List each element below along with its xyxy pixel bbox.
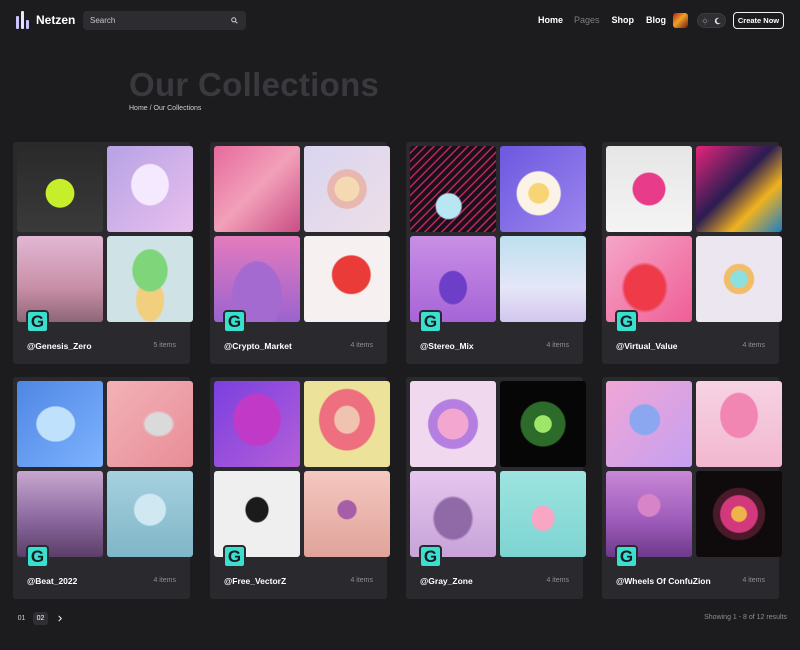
creator-badge-icon: G (419, 310, 442, 333)
collection-card[interactable]: G @Free_VectorZ 4 items (210, 377, 390, 599)
page-button-02[interactable]: 02 (33, 612, 48, 625)
collection-thumbnail[interactable] (500, 471, 586, 557)
pagination: 01 02 (14, 612, 67, 625)
collection-thumbnail[interactable] (304, 146, 390, 232)
collection-thumbnail[interactable] (304, 236, 390, 322)
moon-icon (714, 12, 722, 30)
collection-thumbnail[interactable] (606, 381, 692, 467)
main-nav: Home Pages Shop Blog (538, 15, 666, 25)
collection-thumbnail[interactable] (107, 236, 193, 322)
creator-badge-icon: G (223, 545, 246, 568)
collection-card[interactable]: G @Crypto_Market 4 items (210, 142, 390, 364)
collection-thumbnail[interactable] (696, 236, 782, 322)
collection-thumbnail[interactable] (410, 146, 496, 232)
logo-mark-icon (16, 11, 32, 29)
item-count: 4 items (350, 577, 373, 584)
item-count: 5 items (153, 342, 176, 349)
results-count: Showing 1 - 8 of 12 results (704, 614, 787, 621)
collection-thumbnail[interactable] (606, 146, 692, 232)
collection-name[interactable]: @Gray_Zone (420, 576, 473, 586)
collection-name[interactable]: @Wheels Of ConfuZion (616, 576, 711, 586)
collection-name[interactable]: @Genesis_Zero (27, 341, 92, 351)
item-count: 4 items (546, 577, 569, 584)
search-icon[interactable] (230, 16, 239, 25)
user-avatar[interactable] (673, 13, 688, 28)
next-page-icon[interactable] (52, 612, 67, 625)
item-count: 4 items (546, 342, 569, 349)
creator-badge-icon: G (26, 310, 49, 333)
collection-card[interactable]: G @Gray_Zone 4 items (406, 377, 586, 599)
collection-thumbnail[interactable] (304, 381, 390, 467)
collection-card[interactable]: G @Beat_2022 4 items (13, 377, 193, 599)
collection-thumbnail[interactable] (107, 381, 193, 467)
brand-name: Netzen (36, 13, 76, 27)
top-header: Netzen Home Pages Shop Blog Create Now (0, 0, 800, 42)
collection-thumbnail[interactable] (17, 146, 103, 232)
collection-thumbnail[interactable] (214, 381, 300, 467)
creator-badge-icon: G (26, 545, 49, 568)
collection-card[interactable]: G @Stereo_Mix 4 items (406, 142, 586, 364)
collection-card[interactable]: G @Genesis_Zero 5 items (13, 142, 193, 364)
collection-thumbnail[interactable] (304, 471, 390, 557)
item-count: 4 items (350, 342, 373, 349)
collection-card[interactable]: G @Virtual_Value 4 items (602, 142, 782, 364)
search-bar[interactable] (83, 11, 246, 30)
sun-icon (701, 12, 709, 30)
creator-badge-icon: G (419, 545, 442, 568)
brand-logo[interactable]: Netzen (16, 11, 75, 29)
collection-name[interactable]: @Virtual_Value (616, 341, 678, 351)
collection-card[interactable]: G @Wheels Of ConfuZion 4 items (602, 377, 782, 599)
collection-thumbnail[interactable] (500, 146, 586, 232)
collection-name[interactable]: @Free_VectorZ (224, 576, 286, 586)
collection-thumbnail[interactable] (696, 146, 782, 232)
item-count: 4 items (153, 577, 176, 584)
collection-name[interactable]: @Crypto_Market (224, 341, 292, 351)
collection-thumbnail[interactable] (107, 471, 193, 557)
collection-thumbnail[interactable] (500, 236, 586, 322)
nav-shop[interactable]: Shop (612, 15, 635, 25)
page-title: Our Collections (129, 66, 380, 103)
create-now-button[interactable]: Create Now (733, 12, 784, 29)
search-input[interactable] (90, 16, 230, 25)
collection-name[interactable]: @Stereo_Mix (420, 341, 474, 351)
item-count: 4 items (742, 577, 765, 584)
page-button-01[interactable]: 01 (14, 612, 29, 625)
creator-badge-icon: G (615, 545, 638, 568)
nav-home[interactable]: Home (538, 15, 563, 25)
creator-badge-icon: G (223, 310, 246, 333)
collection-thumbnail[interactable] (696, 471, 782, 557)
collection-thumbnail[interactable] (17, 381, 103, 467)
item-count: 4 items (742, 342, 765, 349)
breadcrumb[interactable]: Home / Our Collections (129, 105, 201, 112)
nav-blog[interactable]: Blog (646, 15, 666, 25)
collection-thumbnail[interactable] (214, 146, 300, 232)
theme-toggle[interactable] (697, 13, 726, 28)
nav-pages[interactable]: Pages (574, 15, 600, 25)
collection-thumbnail[interactable] (410, 381, 496, 467)
collection-name[interactable]: @Beat_2022 (27, 576, 77, 586)
collection-thumbnail[interactable] (500, 381, 586, 467)
collection-thumbnail[interactable] (107, 146, 193, 232)
collection-thumbnail[interactable] (696, 381, 782, 467)
creator-badge-icon: G (615, 310, 638, 333)
